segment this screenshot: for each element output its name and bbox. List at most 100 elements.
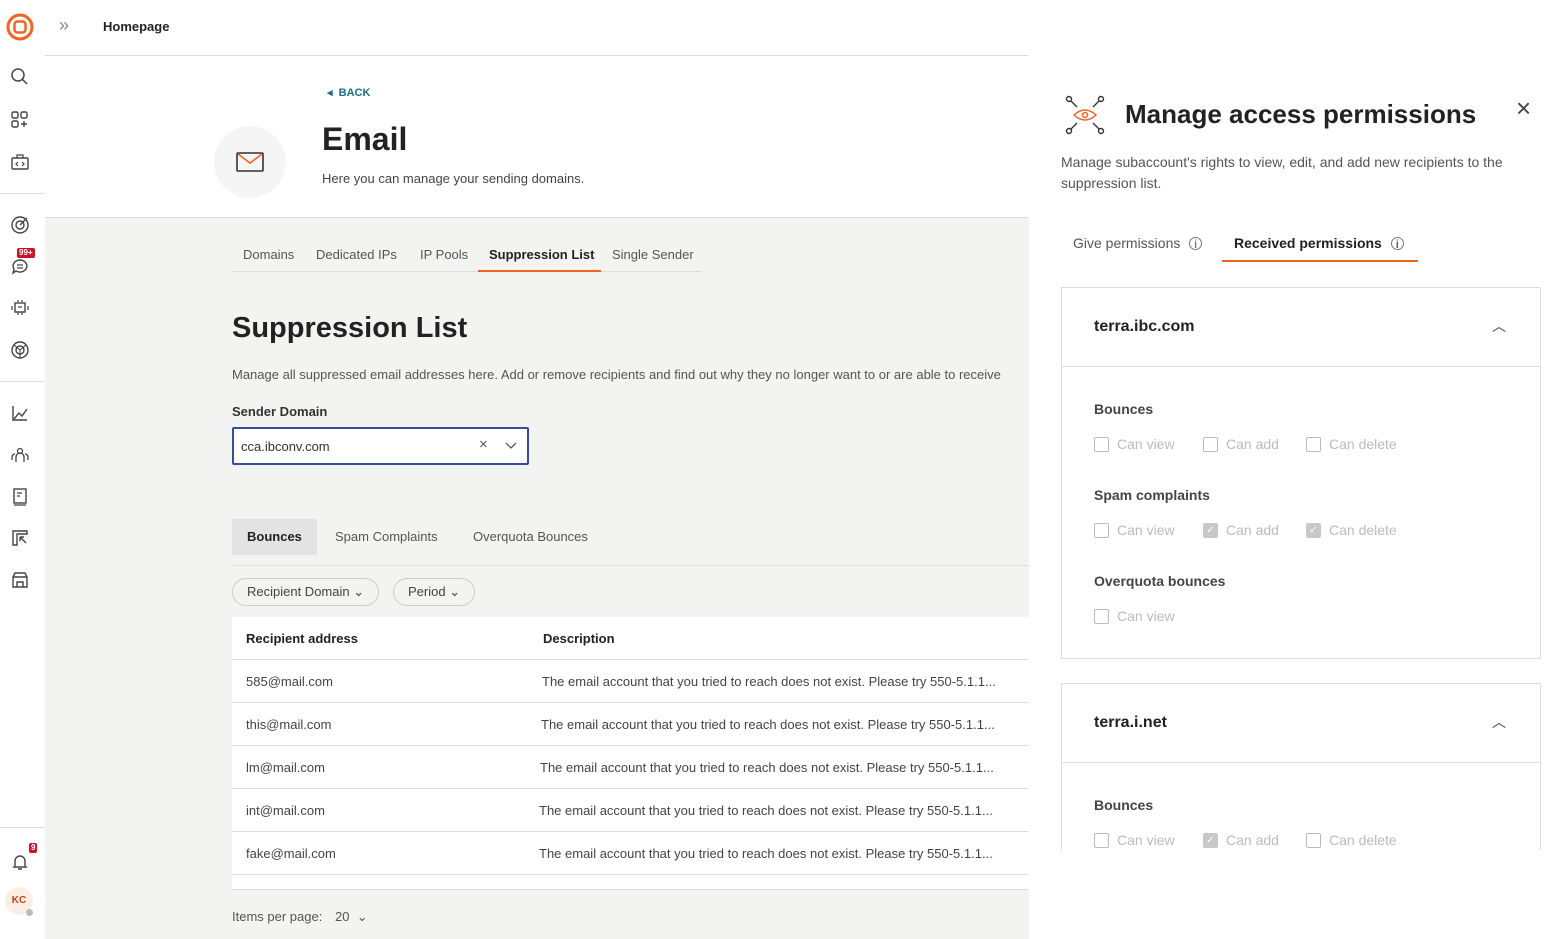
items-per-page-select[interactable]: 20 ⌄	[335, 909, 368, 925]
clear-icon[interactable]: ×	[479, 436, 488, 453]
chevron-up-icon[interactable]: ︿	[1492, 712, 1506, 732]
back-label: BACK	[339, 87, 371, 99]
tab-received-permissions[interactable]: Received permissions i	[1234, 235, 1404, 251]
section-name: Bounces	[1094, 401, 1153, 417]
section-name: Overquota bounces	[1094, 573, 1225, 589]
sender-domain-value: cca.ibconv.com	[241, 439, 330, 454]
card-header[interactable]: terra.ibc.com ︿	[1062, 288, 1540, 367]
domain-name: terra.ibc.com	[1094, 318, 1194, 336]
apps-add-icon[interactable]	[10, 110, 30, 130]
sidebar: 99+ 9 KC	[0, 0, 45, 939]
checkbox-checked[interactable]: ✓	[1203, 523, 1218, 538]
table-header: Recipient addressDescription	[232, 617, 1029, 660]
info-icon[interactable]: i	[1391, 237, 1404, 250]
chat-icon[interactable]	[10, 257, 30, 277]
access-eye-icon	[1064, 95, 1106, 135]
status-dot	[26, 909, 33, 916]
back-link[interactable]: ◂ BACK	[327, 86, 370, 99]
checkbox[interactable]	[1094, 437, 1109, 452]
info-icon[interactable]: i	[1189, 237, 1202, 250]
chevron-down-icon[interactable]	[505, 442, 517, 450]
section-name: Bounces	[1094, 797, 1153, 813]
table-row[interactable]: lm@mail.com The email account that you tr…	[232, 746, 1029, 789]
logo-icon[interactable]	[6, 13, 34, 41]
breadcrumb[interactable]: Homepage	[103, 19, 169, 34]
description: The email account that you tried to reac…	[539, 803, 993, 818]
subtab-bounces[interactable]: Bounces	[232, 519, 317, 555]
checkbox-can-view[interactable]: Can view	[1094, 436, 1175, 452]
checkbox-can-add[interactable]: ✓Can add	[1203, 522, 1279, 538]
checkbox-can-delete[interactable]: Can delete	[1306, 832, 1397, 848]
checkbox-can-view[interactable]: Can view	[1094, 608, 1175, 624]
tab-single-sender[interactable]: Single Sender	[612, 247, 694, 262]
permissions-panel: Manage access permissions × Manage subac…	[1029, 0, 1546, 850]
checkbox-label: Can delete	[1329, 832, 1397, 848]
store-icon[interactable]	[10, 570, 30, 590]
tab-ip-pools[interactable]: IP Pools	[420, 247, 468, 262]
tab-domains[interactable]: Domains	[243, 247, 294, 262]
search-icon[interactable]	[10, 67, 30, 87]
bell-icon[interactable]	[10, 852, 30, 872]
table-row[interactable]: int@mail.comThe email account that you t…	[232, 789, 1029, 832]
table-row[interactable]: fake@mail.com The email account that you …	[232, 832, 1029, 875]
panel-description: Manage subaccount's rights to view, edit…	[1061, 152, 1541, 194]
expand-icon[interactable]: »	[59, 15, 69, 36]
aperture-icon[interactable]	[10, 340, 30, 360]
tab-dedicated-ips[interactable]: Dedicated IPs	[316, 247, 397, 262]
domain-name: terra.i.net	[1094, 714, 1167, 732]
checkbox-label: Can add	[1226, 832, 1279, 848]
checkbox-can-delete[interactable]: ✓Can delete	[1306, 522, 1397, 538]
checkbox-label: Can add	[1226, 436, 1279, 452]
description: The email account that you tried to reac…	[540, 760, 994, 775]
recipient-address: this@mail.com	[246, 717, 331, 732]
email-avatar	[214, 126, 286, 198]
tab-suppression-list[interactable]: Suppression List	[489, 247, 594, 262]
divider	[0, 193, 45, 194]
checkbox-checked[interactable]: ✓	[1306, 523, 1321, 538]
analytics-icon[interactable]	[10, 403, 30, 423]
checkbox[interactable]	[1094, 523, 1109, 538]
envelope-icon	[236, 152, 264, 172]
messages-badge: 99+	[17, 248, 35, 258]
checkbox-can-view[interactable]: Can view	[1094, 832, 1175, 848]
book-icon[interactable]	[10, 487, 30, 507]
recipient-address: fake@mail.com	[246, 846, 336, 861]
checkbox-can-add[interactable]: Can add	[1203, 436, 1279, 452]
bot-icon[interactable]	[10, 298, 30, 318]
recipient-address: lm@mail.com	[246, 760, 325, 775]
checkbox[interactable]	[1094, 609, 1109, 624]
landing-page-icon[interactable]	[10, 528, 30, 548]
tab-give-permissions[interactable]: Give permissions i	[1073, 235, 1202, 251]
divider	[232, 875, 1029, 890]
close-icon[interactable]: ×	[1516, 93, 1531, 124]
checkbox[interactable]	[1203, 437, 1218, 452]
checkbox[interactable]	[1306, 437, 1321, 452]
section-name: Spam complaints	[1094, 487, 1210, 503]
checkbox-can-delete[interactable]: Can delete	[1306, 436, 1397, 452]
subtab-overquota-bounces[interactable]: Overquota Bounces	[458, 519, 603, 555]
chevron-up-icon[interactable]: ︿	[1492, 316, 1506, 336]
recipient-domain-filter[interactable]: Recipient Domain ⌄	[232, 578, 379, 606]
active-tab-indicator	[1222, 260, 1418, 262]
period-filter[interactable]: Period ⌄	[393, 578, 475, 606]
subtab-spam-complaints[interactable]: Spam Complaints	[320, 519, 453, 555]
table-row[interactable]: 585@mail.comThe email account that you t…	[232, 660, 1029, 703]
checkbox[interactable]	[1306, 833, 1321, 848]
description: The email account that you tried to reac…	[541, 717, 995, 732]
contacts-icon[interactable]	[10, 445, 30, 465]
checkbox-checked[interactable]: ✓	[1203, 833, 1218, 848]
divider	[232, 565, 1029, 566]
checkbox[interactable]	[1094, 833, 1109, 848]
table-row[interactable]: this@mail.com The email account that you …	[232, 703, 1029, 746]
card-header[interactable]: terra.i.net ︿	[1062, 684, 1540, 763]
checkbox-label: Can view	[1117, 608, 1175, 624]
checkbox-label: Can view	[1117, 522, 1175, 538]
sender-domain-label: Sender Domain	[232, 404, 327, 419]
target-icon[interactable]	[10, 215, 30, 235]
checkbox-can-add[interactable]: ✓ Can add	[1203, 832, 1279, 848]
checkbox-can-view[interactable]: Can view	[1094, 522, 1175, 538]
description: The email account that you tried to reac…	[539, 846, 993, 861]
sender-domain-select[interactable]: cca.ibconv.com ×	[232, 427, 529, 465]
developer-toolbox-icon[interactable]	[10, 152, 30, 172]
domain-card: terra.ibc.com︿ Bounces Can view Can add …	[1061, 287, 1541, 659]
